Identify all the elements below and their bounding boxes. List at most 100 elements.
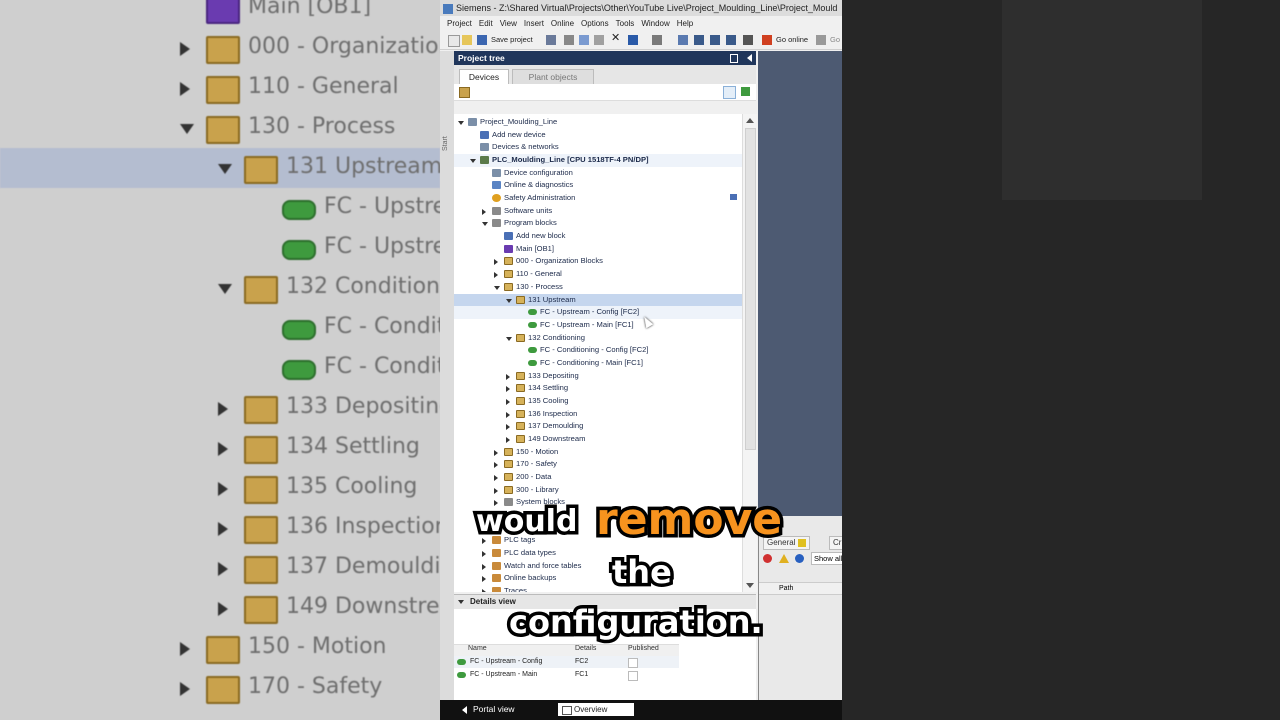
tree-item[interactable]: Online & diagnostics [454, 179, 742, 192]
menu-item-help[interactable]: Help [677, 19, 693, 28]
portal-view-button[interactable]: Portal view [473, 704, 515, 714]
scroll-thumb[interactable] [745, 128, 756, 450]
tab-plant-objects[interactable]: Plant objects [512, 69, 594, 84]
upload-icon[interactable] [726, 35, 736, 45]
expand-arrow-icon[interactable] [494, 487, 498, 494]
tab-cross-references[interactable]: Cr [829, 536, 842, 550]
expand-arrow-icon[interactable] [494, 462, 498, 469]
tree-item[interactable]: 130 - Process [454, 281, 742, 294]
tree-item[interactable]: Software units [454, 205, 742, 218]
tree-item[interactable]: FC - Conditioning - Main [FC1] [454, 357, 742, 370]
collapse-arrow-icon[interactable] [458, 121, 464, 125]
tree-item[interactable]: 110 - General [454, 268, 742, 281]
published-checkbox[interactable] [628, 671, 638, 681]
sync-icon[interactable] [741, 87, 750, 96]
go-offline-button[interactable]: Go [830, 35, 840, 44]
info-filter-icon[interactable] [795, 554, 804, 563]
error-filter-icon[interactable] [763, 554, 772, 563]
menu-item-window[interactable]: Window [641, 19, 669, 28]
copy-icon[interactable] [579, 35, 589, 45]
menu-item-project[interactable]: Project [447, 19, 472, 28]
expand-arrow-icon[interactable] [506, 398, 510, 405]
menu-item-options[interactable]: Options [581, 19, 609, 28]
col-details[interactable]: Details [575, 645, 596, 652]
tree-item[interactable]: Main [OB1] [454, 243, 742, 256]
tree-item[interactable]: FC - Upstream - Config [FC2] [454, 306, 742, 319]
tree-item[interactable]: 170 - Safety [454, 458, 742, 471]
menu-item-tools[interactable]: Tools [616, 19, 635, 28]
simulation-icon[interactable] [743, 35, 753, 45]
go-online-button[interactable]: Go online [776, 35, 808, 44]
expand-arrow-icon[interactable] [482, 576, 486, 583]
tree-item[interactable]: Add new block [454, 230, 742, 243]
expand-arrow-icon[interactable] [506, 437, 510, 443]
menu-item-online[interactable]: Online [551, 19, 574, 28]
tree-item[interactable]: 133 Depositing [454, 370, 742, 383]
tree-item[interactable]: Traces [454, 585, 742, 592]
show-all-dropdown[interactable]: Show all [811, 552, 842, 565]
expand-arrow-icon[interactable] [506, 424, 510, 431]
collapse-arrow-icon[interactable] [506, 336, 512, 341]
tree-item[interactable]: 134 Settling [454, 382, 742, 395]
expand-arrow-icon[interactable] [506, 386, 510, 393]
undo-icon[interactable] [628, 35, 638, 45]
tree-item[interactable]: 200 - Data [454, 471, 742, 484]
tree-item[interactable]: 150 - Motion [454, 446, 742, 459]
expand-arrow-icon[interactable] [494, 449, 498, 456]
tree-item[interactable]: Watch and force tables [454, 560, 742, 573]
details-row[interactable]: FC - Upstream - Main FC1 [454, 669, 679, 681]
expand-arrow-icon[interactable] [494, 259, 498, 266]
tree-item[interactable]: 132 Conditioning [454, 332, 742, 345]
expand-arrow-icon[interactable] [482, 551, 486, 558]
open-project-icon[interactable] [462, 35, 472, 45]
expand-arrow-icon[interactable] [506, 373, 510, 380]
tree-item[interactable]: 137 Demoulding [454, 420, 742, 433]
expand-arrow-icon[interactable] [482, 563, 486, 570]
collapse-arrow-icon[interactable] [506, 298, 512, 303]
col-name[interactable]: Name [468, 645, 487, 652]
save-icon[interactable] [477, 35, 487, 45]
tree-item[interactable]: 149 Downstream [454, 433, 742, 446]
scroll-up-icon[interactable] [746, 118, 754, 123]
tree-item[interactable]: PLC_Moulding_Line [CPU 1518TF-4 PN/DP] [454, 154, 742, 167]
redo-icon[interactable] [652, 35, 662, 45]
save-project-button[interactable]: Save project [491, 35, 533, 44]
path-column[interactable]: Path [779, 583, 793, 594]
expand-arrow-icon[interactable] [494, 475, 498, 482]
tree-item[interactable]: 000 - Organization Blocks [454, 255, 742, 268]
tree-item[interactable]: Devices & networks [454, 141, 742, 154]
warning-filter-icon[interactable] [779, 554, 789, 563]
tree-item[interactable]: Online backups [454, 572, 742, 585]
go-offline-icon[interactable] [816, 35, 826, 45]
cut-icon[interactable] [564, 35, 574, 45]
menu-item-edit[interactable]: Edit [479, 19, 493, 28]
scroll-down-icon[interactable] [746, 583, 754, 588]
tab-devices[interactable]: Devices [459, 69, 509, 84]
published-checkbox[interactable] [628, 658, 638, 668]
tree-item[interactable]: PLC data types [454, 547, 742, 560]
menu-item-view[interactable]: View [500, 19, 517, 28]
compile-icon[interactable] [694, 35, 704, 45]
overview-button[interactable]: Overview [558, 703, 634, 716]
delete-icon[interactable]: ✕ [611, 33, 621, 44]
tree-item[interactable]: 131 Upstream [454, 293, 742, 307]
tree-item[interactable]: Program blocks [454, 217, 742, 230]
new-project-icon[interactable] [448, 35, 460, 47]
collapse-pane-icon[interactable] [747, 54, 752, 62]
print-icon[interactable] [546, 35, 556, 45]
download-icon[interactable] [710, 35, 720, 45]
collapse-arrow-icon[interactable] [482, 222, 488, 227]
menu-item-insert[interactable]: Insert [524, 19, 544, 28]
collapse-arrow-icon[interactable] [494, 285, 500, 290]
tree-item[interactable]: FC - Conditioning - Config [FC2] [454, 344, 742, 357]
expand-arrow-icon[interactable] [482, 538, 486, 545]
tree-item[interactable]: 136 Inspection [454, 408, 742, 421]
tree-item[interactable]: Add new device [454, 129, 742, 142]
portal-view-arrow-icon[interactable] [462, 706, 467, 714]
expand-arrow-icon[interactable] [506, 411, 510, 418]
tree-item[interactable]: Safety Administration [454, 192, 742, 205]
collapse-arrow-icon[interactable] [458, 600, 464, 604]
tree-item[interactable]: Project_Moulding_Line [454, 116, 742, 129]
split-h-icon[interactable] [678, 35, 688, 45]
collapse-arrow-icon[interactable] [470, 159, 476, 164]
